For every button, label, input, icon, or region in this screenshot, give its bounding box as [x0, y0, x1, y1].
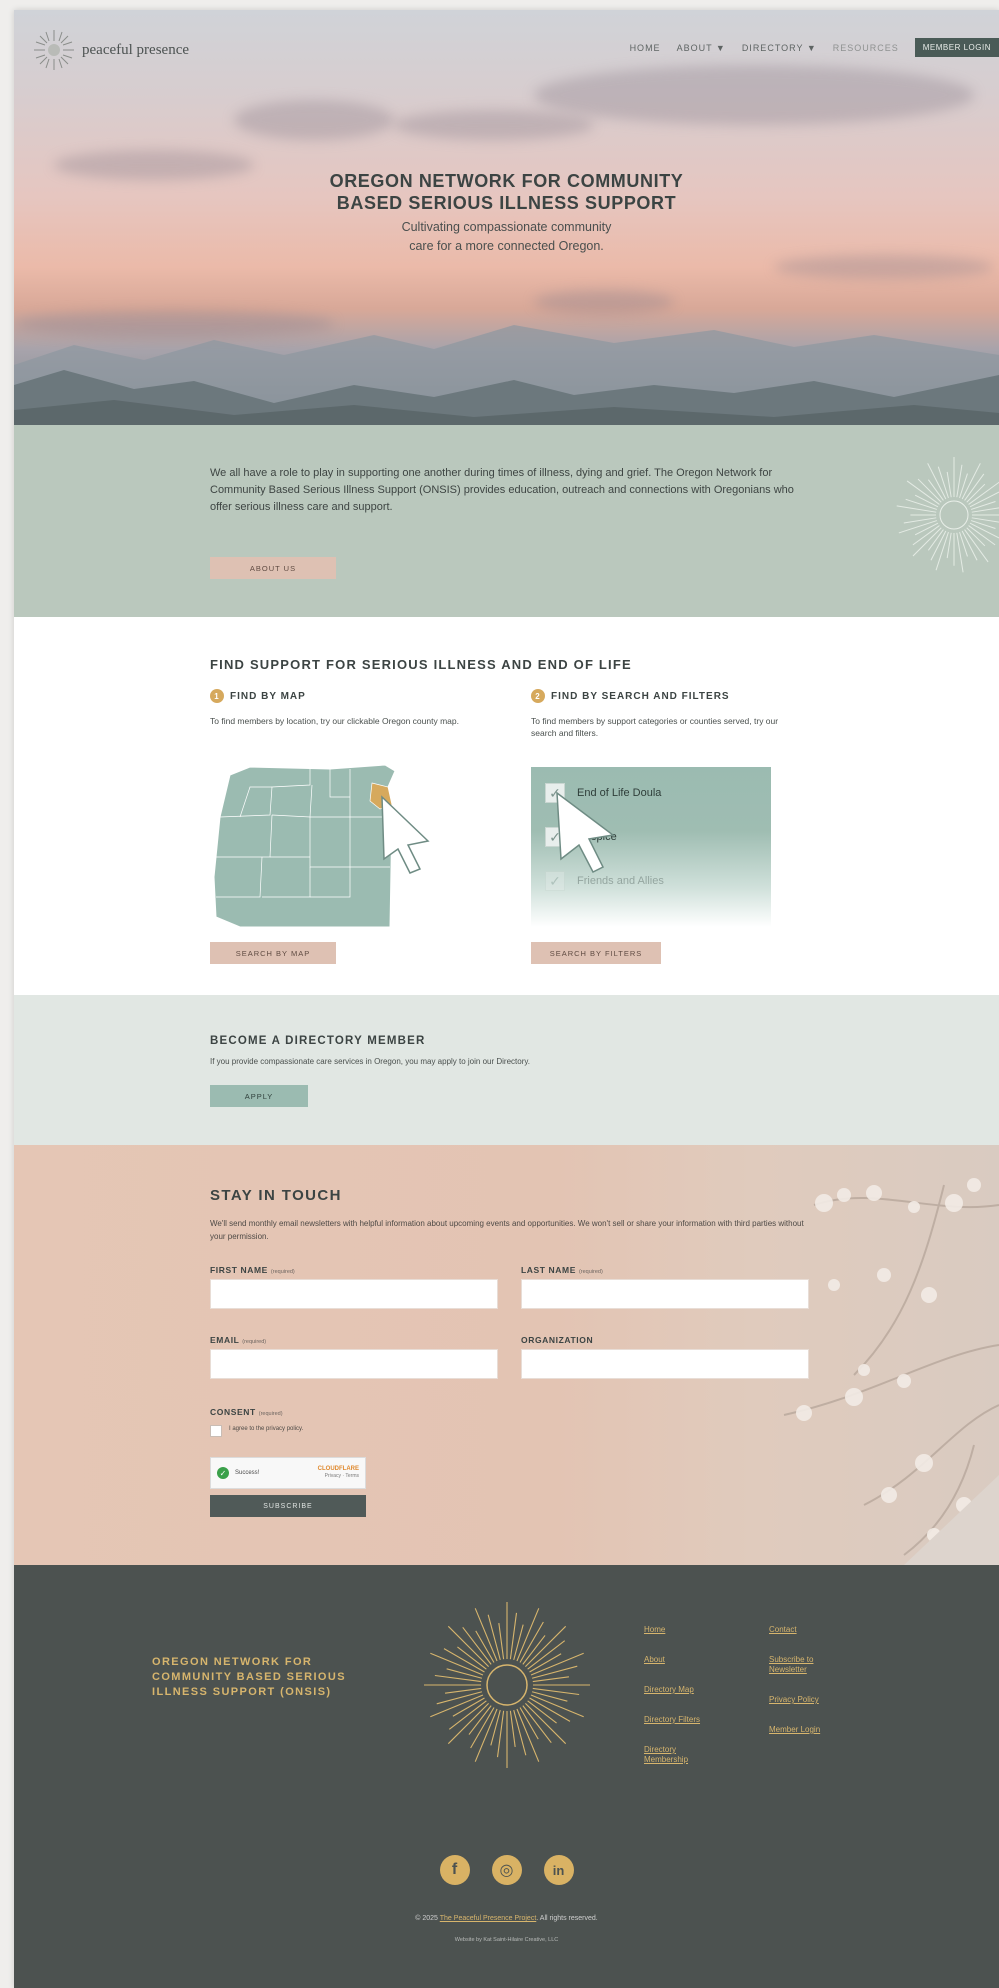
footer-link-subscribe[interactable]: Subscribe to Newsletter	[769, 1655, 839, 1675]
required-note: (required)	[242, 1339, 267, 1345]
nav-home[interactable]: HOME	[630, 43, 661, 53]
copyright-year: © 2025	[415, 1915, 438, 1922]
intro-section: We all have a role to play in supporting…	[14, 425, 999, 617]
last-name-label: LAST NAME (required)	[521, 1265, 603, 1275]
find-by-map-desc: To find members by location, try our cli…	[210, 716, 459, 726]
cloudflare-logo: CLOUDFLARE	[317, 1466, 359, 1472]
step-1-badge: 1	[210, 689, 224, 703]
email-label-text: EMAIL	[210, 1335, 240, 1345]
stay-in-touch-desc: We'll send monthly email newsletters wit…	[210, 1219, 804, 1241]
footer-link-contact[interactable]: Contact	[769, 1625, 839, 1635]
member-login-button[interactable]: MEMBER LOGIN	[914, 38, 999, 57]
about-us-button[interactable]: ABOUT US	[210, 557, 336, 579]
cursor-icon	[556, 791, 615, 874]
hero-title: OREGON NETWORK FOR COMMUNITY BASED SERIO…	[14, 170, 999, 214]
hero-subtitle-line2: care for a more connected Oregon.	[409, 239, 604, 253]
mountains-illustration	[14, 325, 999, 425]
organization-input[interactable]	[521, 1349, 809, 1379]
last-name-input[interactable]	[521, 1279, 809, 1309]
linkedin-icon[interactable]: in	[543, 1855, 574, 1885]
organization-label: ORGANIZATION	[521, 1335, 593, 1345]
search-by-filters-button[interactable]: SEARCH BY FILTERS	[531, 942, 661, 964]
nav-about[interactable]: ABOUT ▼	[677, 43, 726, 53]
consent-label: CONSENT (required)	[210, 1407, 283, 1417]
facebook-icon[interactable]: f	[439, 1855, 470, 1885]
intro-text: We all have a role to play in supporting…	[210, 467, 794, 513]
sunburst-logo-icon	[424, 1602, 590, 1768]
footer-link-member-login[interactable]: Member Login	[769, 1725, 839, 1735]
find-by-filters-desc: To find members by support categories or…	[531, 716, 779, 738]
email-input[interactable]	[210, 1349, 498, 1379]
logo-text: peaceful presence	[82, 41, 190, 58]
footer-link-directory-membership[interactable]: Directory Membership	[644, 1745, 714, 1765]
social-links: f ◎ in	[14, 1855, 999, 1885]
footer-link-directory-map[interactable]: Directory Map	[644, 1685, 714, 1695]
apply-button[interactable]: APPLY	[210, 1085, 308, 1107]
hero-section: peaceful presence HOME ABOUT ▼ DIRECTORY…	[14, 10, 999, 425]
first-name-label-text: FIRST NAME	[210, 1265, 268, 1275]
stay-in-touch-title: STAY IN TOUCH	[210, 1187, 342, 1204]
nav-resources[interactable]: RESOURCES	[833, 43, 899, 53]
page: peaceful presence HOME ABOUT ▼ DIRECTORY…	[14, 10, 999, 1988]
email-label: EMAIL (required)	[210, 1335, 266, 1345]
oregon-county-map[interactable]	[210, 757, 470, 927]
footer-link-home[interactable]: Home	[644, 1625, 714, 1635]
hero-subtitle-line1: Cultivating compassionate community	[401, 220, 612, 234]
sunburst-decoration-icon	[896, 457, 999, 573]
find-support-section: FIND SUPPORT FOR SERIOUS ILLNESS AND END…	[14, 617, 999, 995]
captcha-brand: CLOUDFLARE Privacy · Terms	[318, 1466, 359, 1480]
sunburst-logo-icon	[34, 30, 74, 70]
hero-title-line2: BASED SERIOUS ILLNESS SUPPORT	[336, 193, 677, 213]
main-nav: HOME ABOUT ▼ DIRECTORY ▼ RESOURCES MEMBE…	[630, 38, 999, 57]
instagram-icon[interactable]: ◎	[491, 1855, 522, 1885]
last-name-label-text: LAST NAME	[521, 1265, 576, 1275]
become-member-desc: If you provide compassionate care servic…	[210, 1057, 530, 1066]
become-member-section: BECOME A DIRECTORY MEMBER If you provide…	[14, 995, 999, 1145]
site-logo[interactable]: peaceful presence	[32, 28, 189, 72]
step-2-badge: 2	[531, 689, 545, 703]
copyright-link[interactable]: The Peaceful Presence Project	[440, 1915, 537, 1922]
captcha-widget[interactable]: ✓ Success! CLOUDFLARE Privacy · Terms	[210, 1457, 366, 1489]
find-by-filters-label: FIND BY SEARCH AND FILTERS	[551, 690, 730, 702]
captcha-status: ✓ Success!	[217, 1467, 259, 1479]
find-support-title: FIND SUPPORT FOR SERIOUS ILLNESS AND END…	[210, 657, 632, 672]
footer: OREGON NETWORK FOR COMMUNITY BASED SERIO…	[14, 1565, 999, 1988]
copyright: © 2025 The Peaceful Presence Project. Al…	[14, 1915, 999, 1922]
consent-label-text: CONSENT	[210, 1407, 256, 1417]
find-by-filters-column: 2 FIND BY SEARCH AND FILTERS To find mem…	[531, 689, 831, 739]
search-by-map-button[interactable]: SEARCH BY MAP	[210, 942, 336, 964]
become-member-title: BECOME A DIRECTORY MEMBER	[210, 1035, 426, 1047]
stay-in-touch-section: STAY IN TOUCH We'll send monthly email n…	[14, 1145, 999, 1565]
find-by-map-label: FIND BY MAP	[230, 690, 306, 702]
first-name-label: FIRST NAME (required)	[210, 1265, 295, 1275]
consent-checkbox[interactable]	[210, 1425, 222, 1437]
find-by-map-heading: 1 FIND BY MAP	[210, 689, 510, 703]
footer-link-about[interactable]: About	[644, 1655, 714, 1665]
nav-directory[interactable]: DIRECTORY ▼	[742, 43, 817, 53]
footer-link-privacy-policy[interactable]: Privacy Policy	[769, 1695, 839, 1705]
required-note: (required)	[258, 1411, 283, 1417]
footer-link-directory-filters[interactable]: Directory Filters	[644, 1715, 714, 1725]
captcha-status-text: Success!	[235, 1470, 260, 1476]
captcha-links[interactable]: Privacy · Terms	[325, 1473, 359, 1479]
find-by-map-column: 1 FIND BY MAP To find members by locatio…	[210, 689, 510, 727]
subscribe-button[interactable]: SUBSCRIBE	[210, 1495, 366, 1517]
consent-text: I agree to the privacy policy.	[229, 1426, 304, 1432]
copyright-suffix: . All rights reserved.	[536, 1915, 598, 1922]
site-credit[interactable]: Website by Kat Saint-Hilaire Creative, L…	[14, 1937, 999, 1943]
check-circle-icon: ✓	[217, 1467, 229, 1479]
required-note: (required)	[270, 1269, 295, 1275]
footer-org-name: OREGON NETWORK FOR COMMUNITY BASED SERIO…	[152, 1656, 346, 1698]
footer-links-column-2: Contact Subscribe to Newsletter Privacy …	[769, 1625, 839, 1755]
organization-label-text: ORGANIZATION	[521, 1335, 594, 1345]
find-by-filters-heading: 2 FIND BY SEARCH AND FILTERS	[531, 689, 831, 703]
hero-title-line1: OREGON NETWORK FOR COMMUNITY	[329, 171, 684, 191]
footer-links-column-1: Home About Directory Map Directory Filte…	[644, 1625, 714, 1785]
filters-preview: ✓ End of Life Doula ✓ Hospice ✓ Friends …	[531, 767, 771, 927]
first-name-input[interactable]	[210, 1279, 498, 1309]
required-note: (required)	[578, 1269, 603, 1275]
hero-subtitle: Cultivating compassionate community care…	[14, 218, 999, 256]
